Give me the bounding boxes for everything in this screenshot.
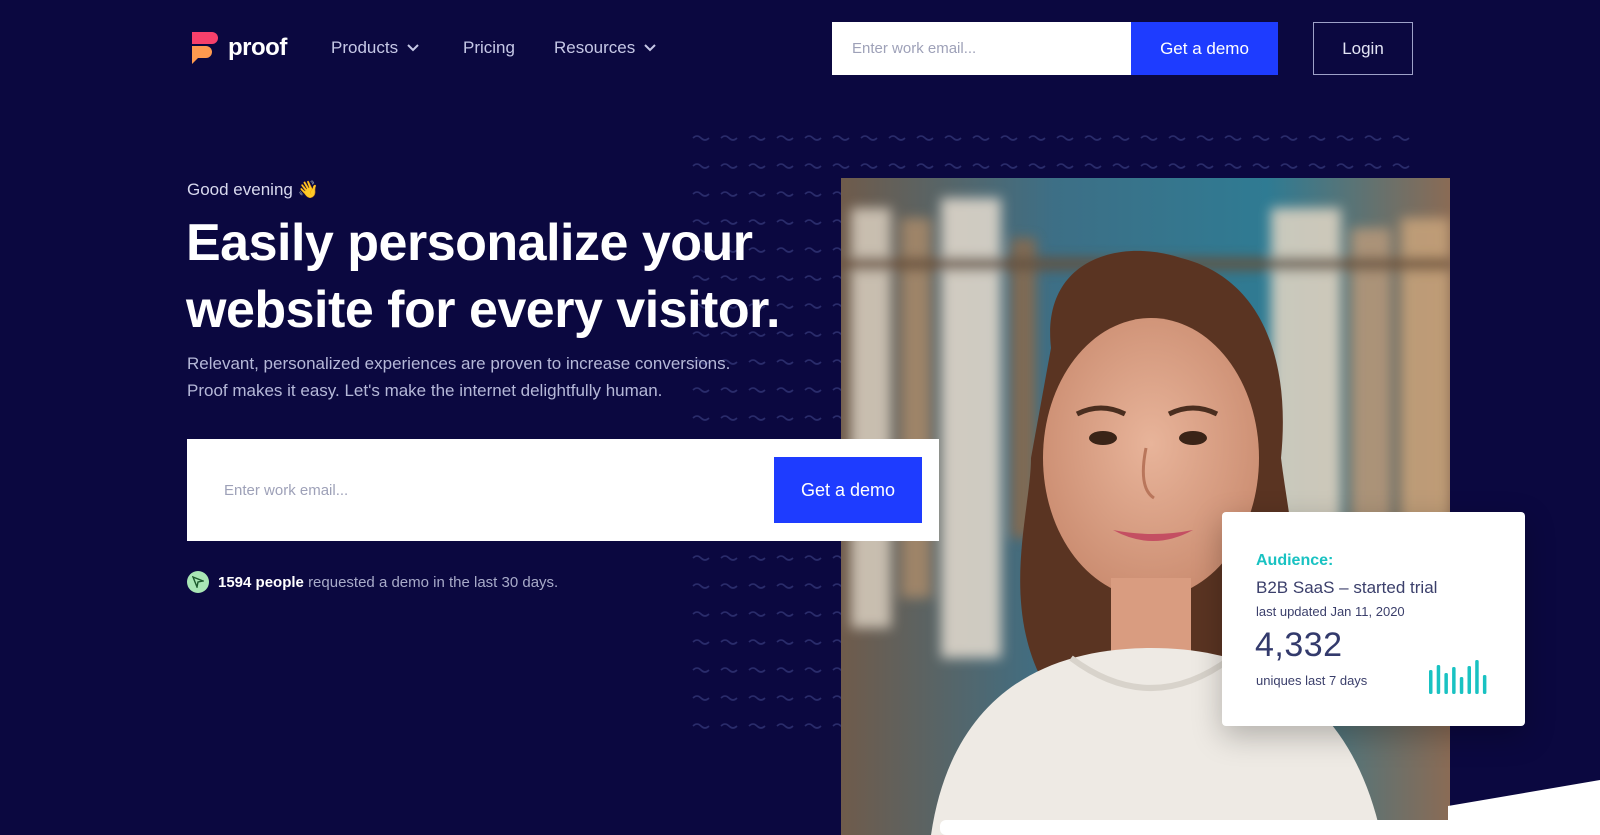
audience-label: Audience: [1256,552,1334,569]
nav-products[interactable]: Products [331,38,420,58]
sparkline-bar [1467,666,1471,694]
headline-line-1: Easily personalize your [186,214,753,272]
nav-resources[interactable]: Resources [554,38,657,58]
greeting: Good evening 👋 [187,180,319,199]
sparkline-bars [1429,660,1487,694]
nav-products-label: Products [331,38,399,57]
sparkline-bar [1436,665,1441,694]
logo-text: proof [228,34,287,61]
sparkline-bar [1482,675,1487,694]
header-email-input[interactable] [832,22,1132,75]
hero-get-demo-button[interactable]: Get a demo [774,457,922,523]
audience-segment: B2B SaaS – started trial [1256,578,1438,597]
uniques-count: 4,332 [1255,626,1343,664]
header-get-demo-button[interactable]: Get a demo [1131,22,1278,75]
sparkline-bar [1475,660,1479,694]
login-button[interactable]: Login [1313,22,1413,75]
chevron-down-icon [407,44,419,52]
page-title: Easily personalize your website for ever… [186,210,826,344]
last-updated: last updated Jan 11, 2020 [1256,604,1405,619]
nav-resources-label: Resources [554,38,636,57]
hero-email-form: Get a demo [187,439,939,541]
demo-request-text: requested a demo in the last 30 days. [308,573,559,591]
nav-pricing[interactable]: Pricing [463,38,515,58]
audience-card: Audience: B2B SaaS – started trial last … [1222,512,1525,726]
nav-pricing-label: Pricing [463,38,515,57]
sparkline-bar [1429,670,1433,694]
logo[interactable]: proof [186,30,287,66]
demo-request-count: 1594 people [218,573,304,591]
sparkline-bar [1459,677,1464,694]
headline-line-2: website for every visitor. [186,281,780,339]
cursor-icon [187,571,209,593]
subcopy-line-2: Proof makes it easy. Let's make the inte… [187,381,663,400]
chevron-down-icon [644,44,656,52]
proof-logo-icon [192,32,218,64]
social-proof: 1594 people requested a demo in the last… [187,571,558,593]
sparkline-bar [1452,667,1456,694]
sparkline-bar [1444,673,1448,694]
hero-email-input[interactable] [209,457,729,523]
hero-subcopy: Relevant, personalized experiences are p… [187,350,807,404]
uniques-caption: uniques last 7 days [1256,673,1368,688]
subcopy-line-1: Relevant, personalized experiences are p… [187,354,731,373]
